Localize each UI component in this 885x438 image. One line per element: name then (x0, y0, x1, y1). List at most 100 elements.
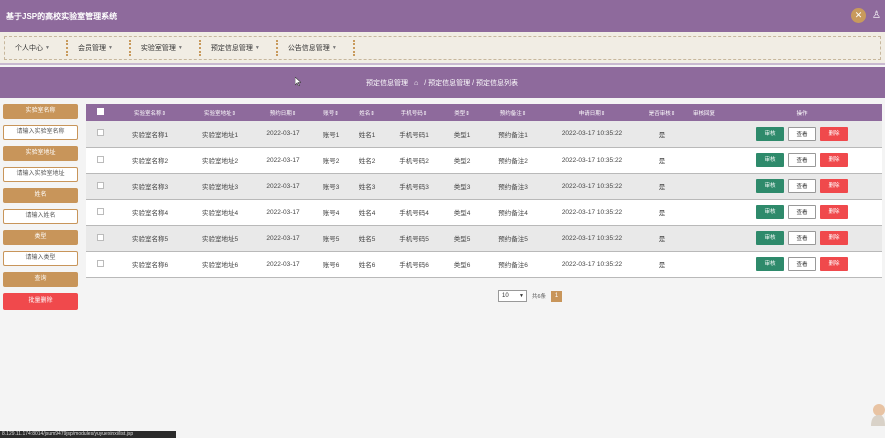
column-header[interactable]: 预约备注⇕ (480, 104, 546, 121)
view-button[interactable]: 查看 (788, 126, 816, 141)
close-icon[interactable]: ✕ (851, 8, 867, 23)
table-cell: 实验室地址3 (201, 184, 239, 191)
view-button[interactable]: 查看 (788, 231, 816, 245)
table-cell: 姓名3 (358, 184, 376, 191)
row-actions-cell: 审核 查看 删除 (722, 225, 882, 251)
table-cell: 手机号码6 (399, 262, 429, 269)
table-cell (686, 121, 722, 147)
nav-item-label: 公告信息管理 (287, 45, 330, 52)
status-bar-url: 8.129.11.174:8014/jsum9479jsp/modules/yu… (0, 431, 176, 438)
column-header[interactable]: 类型⇕ (444, 104, 480, 121)
table-cell: 预约备注2 (498, 158, 528, 165)
nav-separator (65, 40, 68, 56)
table-cell: 2022-03-17 (266, 182, 300, 190)
table-cell: 姓名1 (358, 131, 376, 139)
reservation-table: 实验室名称⇕ 实验室地址⇕ 预约日期⇕ 账号⇕ 姓名⇕ 手机号码⇕ 类型⇕ 预约… (86, 104, 882, 278)
table-cell: 类型5 (453, 236, 471, 243)
user-icon[interactable]: ♙ (872, 8, 881, 23)
view-button[interactable]: 查看 (788, 179, 816, 193)
table-header-row: 实验室名称⇕ 实验室地址⇕ 预约日期⇕ 账号⇕ 姓名⇕ 手机号码⇕ 类型⇕ 预约… (86, 104, 882, 121)
table-cell: 姓名5 (358, 236, 376, 243)
column-header[interactable]: 是否审核⇕ (638, 104, 686, 121)
column-header[interactable]: 手机号码⇕ (384, 104, 444, 121)
table-cell: 2022-03-17 (266, 130, 300, 138)
row-select-cell (86, 251, 114, 277)
nav-separator (352, 40, 355, 56)
column-header[interactable]: 实验室地址⇕ (186, 104, 254, 121)
nav-item-label: 会员管理 (77, 45, 106, 52)
lab-name-label: 实验室名称 (3, 104, 78, 119)
table-cell: 2022-03-17 10:35:22 (561, 130, 623, 138)
nav-item-lab-management[interactable]: 实验室管理 ▼ (141, 43, 183, 53)
nav-item-reservation-management[interactable]: 预定信息管理 ▼ (211, 43, 260, 53)
batch-delete-button[interactable]: 批量删除 (3, 293, 78, 310)
page-number-current[interactable]: 1 (551, 290, 563, 302)
row-actions-cell: 审核 查看 删除 (722, 173, 882, 199)
lab-address-input[interactable]: 请输入实验室地址 (3, 167, 78, 182)
app-title: 基于JSP的高校实验室管理系统 (6, 12, 118, 21)
name-input[interactable]: 请输入姓名 (3, 209, 78, 224)
page-size-select[interactable]: 10 ▼ (498, 290, 527, 302)
row-checkbox[interactable] (96, 155, 104, 163)
table-cell: 实验室地址6 (201, 262, 239, 269)
view-button[interactable]: 查看 (788, 257, 816, 271)
chevron-down-icon: ▼ (331, 45, 337, 51)
table-cell: 实验室名称4 (131, 210, 169, 217)
row-checkbox[interactable] (96, 207, 104, 215)
assistant-avatar-icon[interactable] (867, 402, 885, 426)
audit-button[interactable]: 审核 (756, 205, 784, 219)
view-button[interactable]: 查看 (788, 205, 816, 219)
row-checkbox[interactable] (96, 233, 104, 241)
table-cell: 账号1 (322, 131, 340, 139)
header-actions: ✕ ♙ (851, 8, 881, 23)
row-select-cell (86, 147, 114, 173)
table-cell: 2022-03-17 10:35:22 (561, 182, 623, 190)
delete-button[interactable]: 删除 (820, 126, 848, 141)
breadcrumb-root[interactable]: 预定信息管理 (366, 78, 408, 88)
delete-button[interactable]: 删除 (820, 153, 848, 167)
breadcrumb-path: / 预定信息管理 / 预定信息列表 (424, 80, 518, 87)
table-cell: 手机号码3 (399, 184, 429, 191)
table-cell: 预约备注6 (498, 262, 528, 269)
column-header[interactable]: 预约日期⇕ (254, 104, 312, 121)
table-cell: 2022-03-17 (266, 208, 300, 216)
table-row: 实验室名称4 实验室地址4 2022-03-17 账号4 姓名4 手机号码4 类型4 预约备注… (86, 199, 882, 225)
delete-button[interactable]: 删除 (820, 205, 848, 219)
nav-item-member-management[interactable]: 会员管理 ▼ (78, 43, 113, 53)
filter-sidebar: 实验室名称 请输入实验室名称 实验室地址 请输入实验室地址 姓名 请输入姓名 类… (3, 104, 78, 310)
table-cell: 实验室地址4 (201, 210, 239, 217)
audit-button[interactable]: 审核 (756, 153, 784, 167)
table-cell: 预约备注4 (498, 210, 528, 217)
type-input[interactable]: 请输入类型 (3, 251, 78, 266)
table-cell: 预约备注5 (498, 236, 528, 243)
audit-button[interactable]: 审核 (756, 126, 784, 141)
row-actions: 审核 查看 删除 (722, 126, 882, 141)
audit-button[interactable]: 审核 (756, 257, 784, 271)
column-header[interactable]: 账号⇕ (312, 104, 350, 121)
table-cell: 类型4 (453, 210, 471, 217)
nav-item-label: 个人中心 (15, 45, 43, 52)
select-all-cell (86, 104, 114, 121)
table-cell: 是 (658, 184, 666, 191)
nav-item-personal-center[interactable]: 个人中心 ▼ (15, 43, 50, 53)
delete-button[interactable]: 删除 (820, 179, 848, 193)
home-icon[interactable]: ⌂ (414, 80, 418, 87)
nav-item-notice-management[interactable]: 公告信息管理 ▼ (288, 43, 337, 53)
table-cell: 账号5 (322, 236, 340, 243)
row-checkbox[interactable] (96, 259, 104, 267)
column-header[interactable]: 申请日期⇕ (546, 104, 638, 121)
table-cell (686, 147, 722, 173)
delete-button[interactable]: 删除 (820, 231, 848, 245)
row-checkbox[interactable] (96, 129, 104, 137)
search-button[interactable]: 查询 (3, 272, 78, 287)
lab-name-input[interactable]: 请输入实验室名称 (3, 125, 78, 140)
chevron-down-icon: ▼ (177, 45, 183, 51)
audit-button[interactable]: 审核 (756, 179, 784, 193)
audit-button[interactable]: 审核 (756, 231, 784, 245)
delete-button[interactable]: 删除 (820, 257, 848, 271)
row-checkbox[interactable] (96, 181, 104, 189)
column-header[interactable]: 姓名⇕ (350, 104, 384, 121)
view-button[interactable]: 查看 (788, 153, 816, 167)
select-all-checkbox[interactable] (96, 108, 104, 115)
column-header[interactable]: 实验室名称⇕ (114, 104, 186, 121)
